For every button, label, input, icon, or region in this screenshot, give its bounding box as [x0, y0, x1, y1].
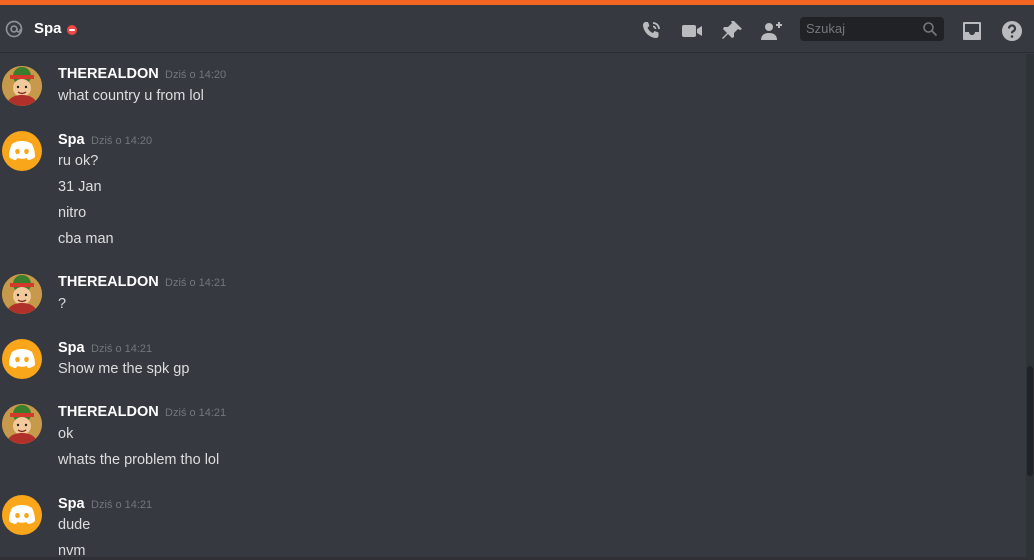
- scrollbar-thumb[interactable]: [1027, 366, 1033, 476]
- message-author[interactable]: Spa: [58, 494, 85, 514]
- message-list: THEREALDON Dziś o 14:20 what country u f…: [0, 54, 1026, 560]
- avatar[interactable]: [2, 131, 42, 171]
- discord-logo-icon: [9, 349, 35, 368]
- discord-logo-icon: [9, 141, 35, 160]
- avatar[interactable]: [2, 339, 42, 379]
- video-call-icon[interactable]: [680, 19, 704, 43]
- message-author[interactable]: Spa: [58, 130, 85, 150]
- message-text: whats the problem tho lol: [58, 452, 220, 468]
- message-timestamp: Dziś o 14:21: [165, 407, 227, 419]
- channel-title: Spa: [34, 20, 62, 37]
- message-timestamp: Dziś o 14:21: [91, 343, 153, 355]
- inbox-icon[interactable]: [960, 19, 984, 43]
- message-author[interactable]: THEREALDON: [58, 64, 159, 84]
- voice-call-icon[interactable]: [639, 19, 663, 43]
- search-placeholder: Szukaj: [806, 21, 846, 36]
- message-text: ru ok?: [58, 153, 99, 169]
- pin-icon[interactable]: [720, 19, 744, 43]
- therealdon-avatar-image: [2, 66, 42, 106]
- message-text: ok: [58, 426, 74, 442]
- message-text: cba man: [58, 231, 114, 247]
- dnd-status-icon: [67, 25, 77, 35]
- avatar[interactable]: [2, 404, 42, 444]
- message-text: nitro: [58, 205, 87, 221]
- search-input[interactable]: Szukaj: [800, 17, 944, 41]
- message-author[interactable]: Spa: [58, 338, 85, 358]
- message-timestamp: Dziś o 14:21: [165, 277, 227, 289]
- scrollbar-track[interactable]: [1026, 54, 1034, 560]
- search-icon: [923, 22, 938, 37]
- help-icon[interactable]: [1000, 19, 1024, 43]
- message-text: Show me the spk gp: [58, 361, 190, 377]
- add-friend-icon[interactable]: [760, 19, 784, 43]
- message-text: ?: [58, 296, 67, 312]
- message-author[interactable]: THEREALDON: [58, 272, 159, 292]
- message-text: 31 Jan: [58, 179, 102, 195]
- discord-logo-icon: [9, 505, 35, 524]
- avatar[interactable]: [2, 495, 42, 535]
- therealdon-avatar-image: [2, 274, 42, 314]
- channel-header: Spa Szukaj: [0, 5, 1034, 53]
- message-timestamp: Dziś o 14:20: [91, 135, 153, 147]
- message-text: dude: [58, 517, 91, 533]
- at-icon: [5, 20, 23, 38]
- therealdon-avatar-image: [2, 404, 42, 444]
- avatar[interactable]: [2, 274, 42, 314]
- message-author[interactable]: THEREALDON: [58, 402, 159, 422]
- avatar[interactable]: [2, 66, 42, 106]
- message-text: what country u from lol: [58, 88, 204, 104]
- message-timestamp: Dziś o 14:21: [91, 499, 153, 511]
- message-timestamp: Dziś o 14:20: [165, 69, 227, 81]
